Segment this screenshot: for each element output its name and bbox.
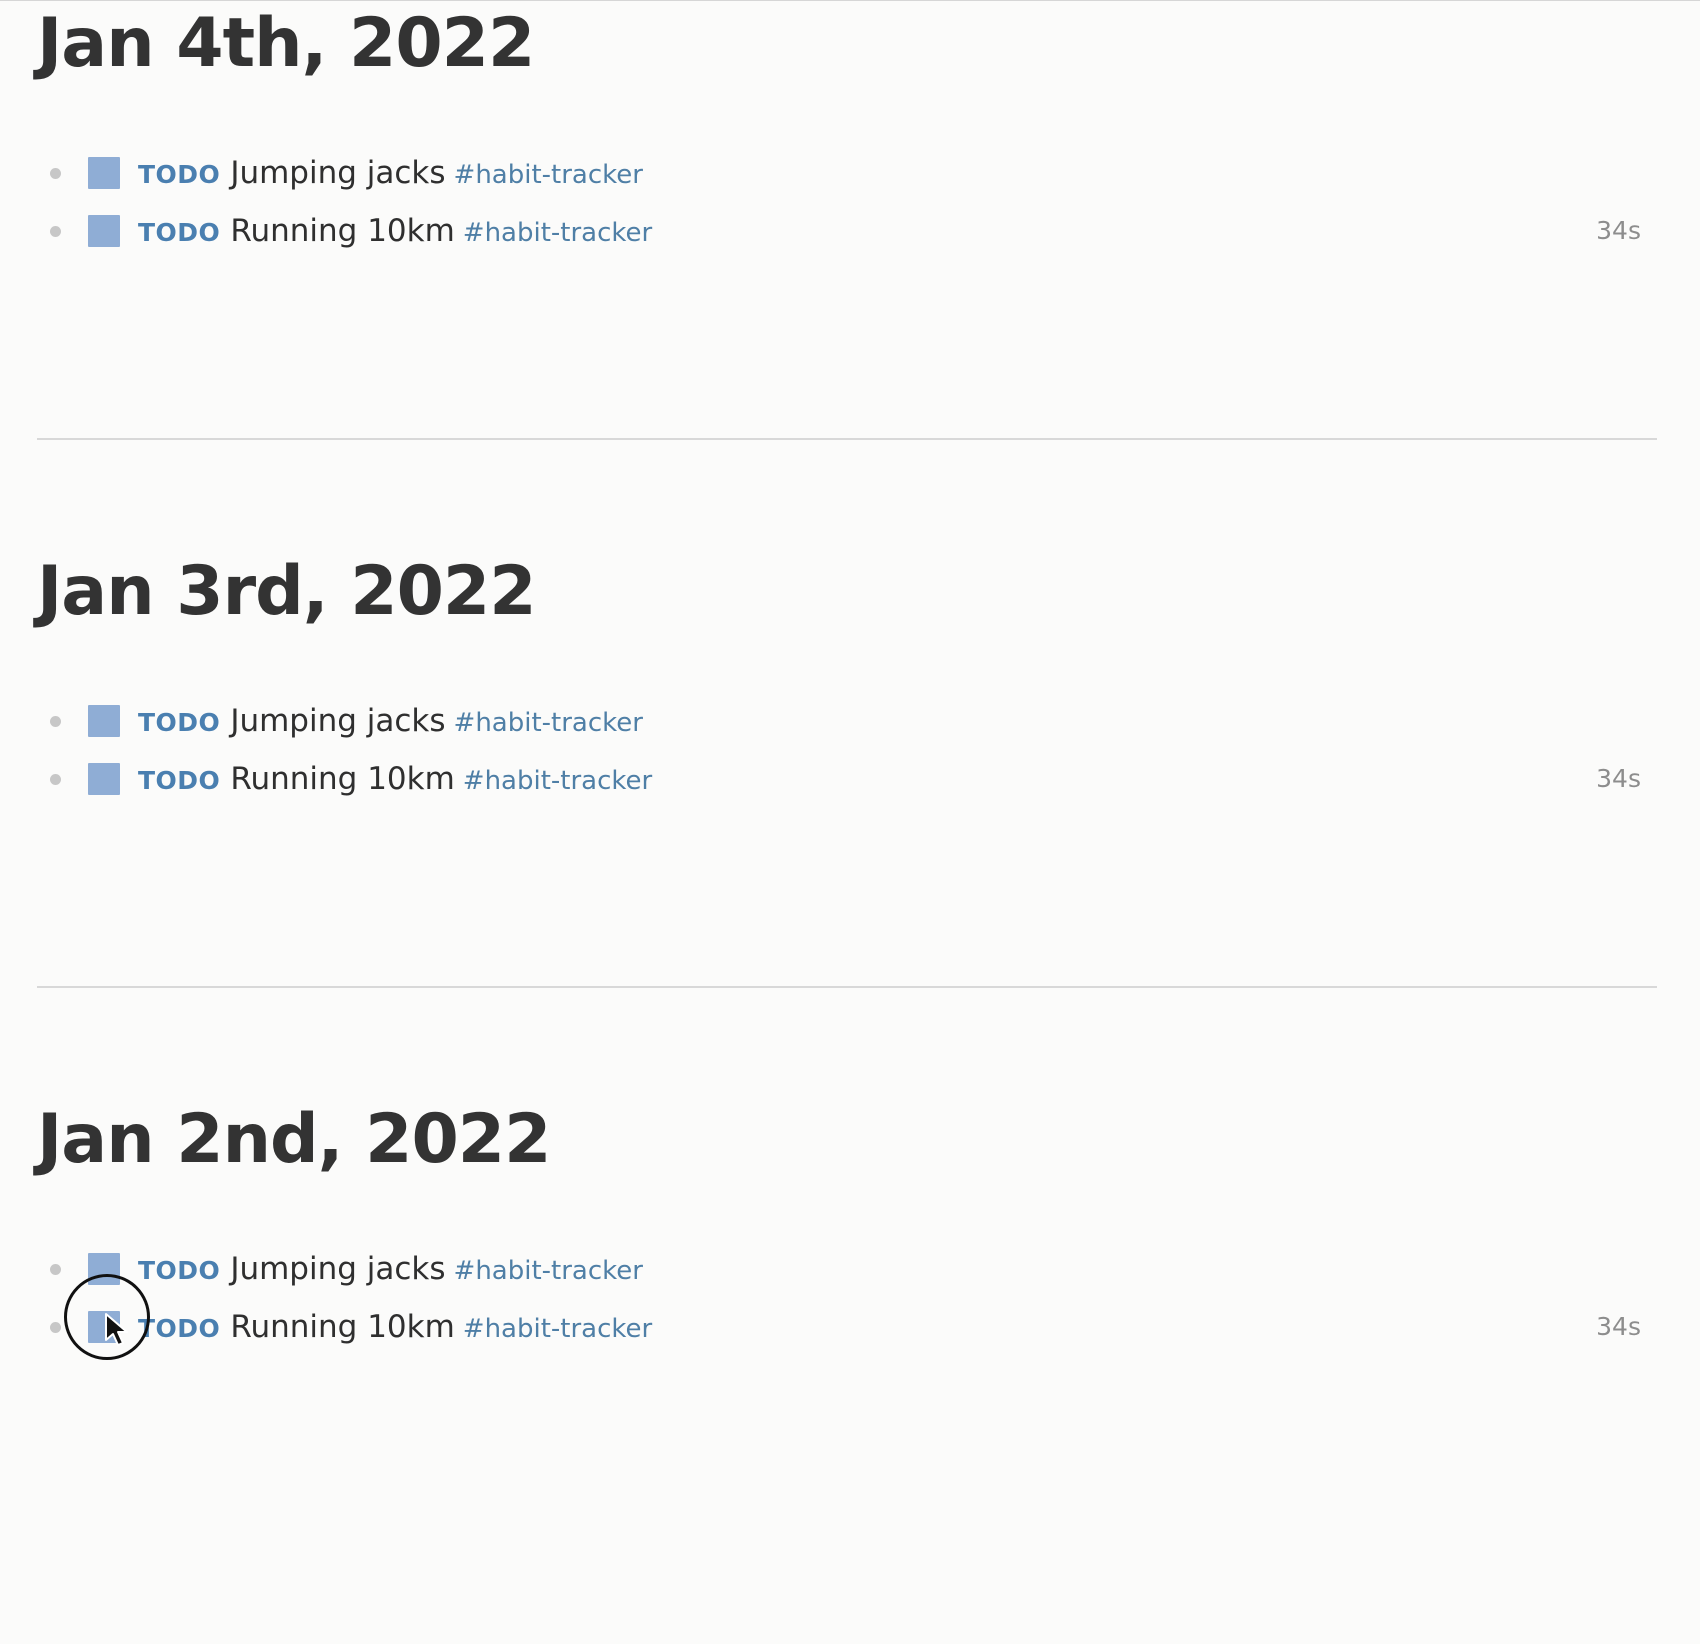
checkbox-icon[interactable] (88, 215, 120, 247)
todo-block[interactable]: TODO Running 10km #habit-tracker 34s (37, 203, 1657, 261)
checkbox-icon[interactable] (88, 763, 120, 795)
block-content[interactable]: TODO Running 10km #habit-tracker (138, 757, 652, 801)
bullet-dot-icon[interactable] (50, 716, 61, 727)
block-content[interactable]: TODO Running 10km #habit-tracker (138, 1305, 652, 1349)
todo-block[interactable]: TODO Jumping jacks #habit-tracker (37, 1241, 1657, 1299)
task-text[interactable]: Running 10km (230, 1309, 454, 1345)
habit-tracker-tag[interactable]: #habit-tracker (454, 708, 643, 738)
task-text[interactable]: Jumping jacks (230, 1251, 445, 1287)
todo-marker[interactable]: TODO (138, 218, 220, 247)
day-separator (37, 986, 1657, 988)
habit-tracker-tag[interactable]: #habit-tracker (454, 160, 643, 190)
todo-marker[interactable]: TODO (138, 1314, 220, 1343)
task-timer: 34s (1596, 216, 1641, 245)
journal-day-title[interactable]: Jan 3rd, 2022 (37, 552, 537, 632)
block-content[interactable]: TODO Jumping jacks #habit-tracker (138, 151, 643, 195)
checkbox-icon[interactable] (88, 705, 120, 737)
bullet-dot-icon[interactable] (50, 1322, 61, 1333)
habit-tracker-tag[interactable]: #habit-tracker (463, 218, 652, 248)
mouse-pointer-icon (105, 1313, 128, 1346)
todo-block[interactable]: TODO Jumping jacks #habit-tracker (37, 145, 1657, 203)
habit-tracker-tag[interactable]: #habit-tracker (463, 1314, 652, 1344)
bullet-dot-icon[interactable] (50, 226, 61, 237)
block-list: TODO Jumping jacks #habit-tracker TODO Runn… (37, 1241, 1657, 1357)
habit-tracker-tag[interactable]: #habit-tracker (463, 766, 652, 796)
task-timer: 34s (1596, 764, 1641, 793)
bullet-dot-icon[interactable] (50, 1264, 61, 1275)
todo-marker[interactable]: TODO (138, 160, 220, 189)
bullet-dot-icon[interactable] (50, 774, 61, 785)
bullet-dot-icon[interactable] (50, 168, 61, 179)
day-separator (37, 438, 1657, 440)
todo-marker[interactable]: TODO (138, 708, 220, 737)
todo-marker[interactable]: TODO (138, 766, 220, 795)
journal-day-title[interactable]: Jan 2nd, 2022 (37, 1100, 551, 1180)
task-text[interactable]: Jumping jacks (230, 703, 445, 739)
journal-day: Jan 3rd, 2022 TODO Jumping jacks #habit-tr… (37, 548, 1657, 1096)
task-timer: 34s (1596, 1312, 1641, 1341)
block-content[interactable]: TODO Running 10km #habit-tracker (138, 209, 652, 253)
block-content[interactable]: TODO Jumping jacks #habit-tracker (138, 1247, 643, 1291)
block-list: TODO Jumping jacks #habit-tracker TODO Runn… (37, 693, 1657, 809)
journal-day: Jan 2nd, 2022 TODO Jumping jacks #habit-tr… (37, 1096, 1657, 1644)
checkbox-icon[interactable] (88, 157, 120, 189)
task-text[interactable]: Jumping jacks (230, 155, 445, 191)
block-list: TODO Jumping jacks #habit-tracker TODO Runn… (37, 145, 1657, 261)
habit-tracker-tag[interactable]: #habit-tracker (454, 1256, 643, 1286)
block-content[interactable]: TODO Jumping jacks #habit-tracker (138, 699, 643, 743)
task-text[interactable]: Running 10km (230, 761, 454, 797)
journal-day: Jan 4th, 2022 TODO Jumping jacks #habit-tr… (37, 0, 1657, 548)
todo-marker[interactable]: TODO (138, 1256, 220, 1285)
journal-list: Jan 4th, 2022 TODO Jumping jacks #habit-tr… (37, 0, 1657, 1644)
task-text[interactable]: Running 10km (230, 213, 454, 249)
todo-block[interactable]: TODO Running 10km #habit-tracker 34s (37, 751, 1657, 809)
journal-day-title[interactable]: Jan 4th, 2022 (37, 4, 535, 84)
todo-block[interactable]: TODO Running 10km #habit-tracker 34s (37, 1299, 1657, 1357)
todo-block[interactable]: TODO Jumping jacks #habit-tracker (37, 693, 1657, 751)
